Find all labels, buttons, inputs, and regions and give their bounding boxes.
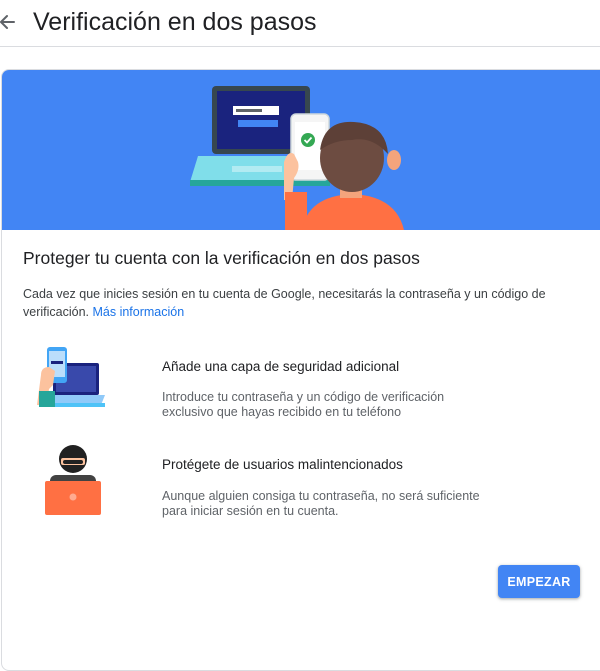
top-bar: Verificación en dos pasos: [0, 0, 600, 47]
arrow-back-icon: [0, 15, 15, 29]
start-button[interactable]: EMPEZAR: [498, 565, 580, 598]
back-button[interactable]: [0, 8, 22, 36]
hero-banner: [2, 70, 600, 230]
section-headline: Proteger tu cuenta con la verificación e…: [23, 248, 420, 268]
feature-text-protect: Aunque alguien consiga tu contraseña, no…: [162, 489, 480, 518]
section-description: Cada vez que inicies sesión en tu cuenta…: [23, 285, 583, 321]
page-title: Verificación en dos pasos: [33, 8, 317, 36]
feature-title-security: Añade una capa de seguridad adicional: [162, 359, 400, 374]
hacker-icon: [45, 445, 101, 515]
hero-illustration: [190, 86, 404, 230]
feature-text-security: Introduce tu contraseña y un código de v…: [162, 390, 445, 419]
phone-laptop-icon: [37, 347, 105, 407]
more-info-link[interactable]: Más información: [92, 305, 184, 319]
feature-title-protect: Protégete de usuarios malintencionados: [162, 457, 403, 472]
